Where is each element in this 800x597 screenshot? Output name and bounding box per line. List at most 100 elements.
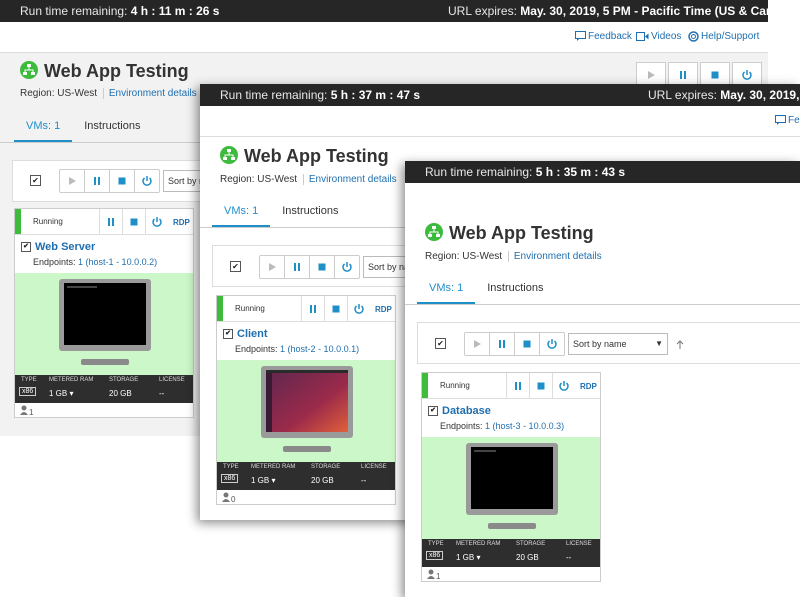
top-status-bar: Run time remaining: 5 h : 37 m : 47 s UR… bbox=[200, 84, 800, 106]
stop-icon bbox=[537, 382, 545, 389]
vm-status: Running bbox=[235, 304, 265, 313]
page-title: Web App Testing bbox=[244, 146, 389, 166]
run-time-remaining: Run time remaining: 5 h : 37 m : 47 s bbox=[220, 88, 421, 102]
stop-icon bbox=[332, 305, 340, 312]
tab-instructions[interactable]: Instructions bbox=[475, 282, 555, 302]
vm-endpoints: Endpoints: 1 (host-2 - 10.0.0.1) bbox=[235, 344, 360, 354]
rdp-button[interactable]: RDP bbox=[580, 382, 597, 391]
vm-power-button[interactable] bbox=[552, 373, 575, 398]
vm-status: Running bbox=[440, 381, 470, 390]
power-button[interactable] bbox=[540, 333, 564, 355]
vm-specs: TYPE METERED RAM STORAGE LICENSE x86 1 G… bbox=[15, 375, 193, 403]
lab-window-3: Run time remaining: 5 h : 35 m : 43 s We… bbox=[405, 161, 800, 597]
sort-select[interactable]: Sort by name ▼ bbox=[568, 333, 668, 355]
tab-vms[interactable]: VMs: 1 bbox=[417, 282, 476, 305]
tab-bar: VMs: 1 Instructions bbox=[212, 205, 350, 228]
endpoint-link[interactable]: 1 (host-1 - 10.0.0.2) bbox=[78, 257, 157, 267]
tab-bar: VMs: 1 Instructions bbox=[417, 282, 555, 305]
dropdown-caret-icon: ▼ bbox=[655, 339, 663, 348]
select-all-checkbox[interactable]: ✔ bbox=[230, 261, 241, 272]
vm-storage: 20 GB bbox=[516, 553, 539, 562]
power-icon bbox=[354, 303, 364, 314]
power-button[interactable] bbox=[135, 170, 159, 192]
power-button[interactable] bbox=[335, 256, 359, 278]
vm-screen-area[interactable] bbox=[422, 437, 600, 539]
vm-status-bar: Running RDP bbox=[217, 296, 395, 322]
pause-button[interactable] bbox=[285, 256, 310, 278]
pause-button[interactable] bbox=[490, 333, 515, 355]
play-icon bbox=[69, 177, 76, 185]
pause-button[interactable] bbox=[85, 170, 110, 192]
vm-specs: TYPE METERED RAM STORAGE LICENSE x86 1 G… bbox=[422, 539, 600, 567]
vm-pause-button[interactable] bbox=[301, 296, 324, 321]
stop-button[interactable] bbox=[515, 333, 540, 355]
endpoint-link[interactable]: 1 (host-2 - 10.0.0.1) bbox=[280, 344, 359, 354]
tab-vms[interactable]: VMs: 1 bbox=[14, 120, 73, 143]
vm-endpoints: Endpoints: 1 (host-1 - 10.0.0.2) bbox=[33, 257, 158, 267]
vm-license: -- bbox=[566, 553, 572, 562]
vm-toolbar: ✔ Sort by name ▼ bbox=[417, 322, 800, 364]
vm-checkbox[interactable]: ✔ bbox=[223, 329, 233, 340]
vm-checkbox[interactable]: ✔ bbox=[428, 406, 438, 417]
start-button[interactable] bbox=[60, 170, 85, 192]
play-icon bbox=[269, 263, 276, 271]
environment-icon bbox=[425, 223, 443, 241]
utility-bar: Feedba bbox=[200, 106, 800, 137]
play-icon bbox=[648, 71, 655, 79]
users-icon bbox=[222, 492, 230, 502]
vm-users: 1 bbox=[426, 569, 440, 581]
top-status-bar: Run time remaining: 4 h : 11 m : 26 s UR… bbox=[0, 0, 768, 22]
vm-endpoints: Endpoints: 1 (host-3 - 10.0.0.3) bbox=[440, 421, 565, 431]
vm-name[interactable]: ✔ Client bbox=[223, 328, 268, 340]
stop-button[interactable] bbox=[110, 170, 135, 192]
vm-stop-button[interactable] bbox=[122, 209, 145, 234]
start-button[interactable] bbox=[260, 256, 285, 278]
endpoint-link[interactable]: 1 (host-3 - 10.0.0.3) bbox=[485, 421, 564, 431]
feedback-link[interactable]: Feedback bbox=[575, 31, 632, 42]
vm-users: 1 bbox=[19, 405, 33, 417]
vm-card: Running RDP ✔ Client Endpoints: 1 (host-2… bbox=[216, 295, 396, 505]
vm-storage: 20 GB bbox=[311, 476, 334, 485]
feedback-icon bbox=[575, 31, 586, 42]
vm-power-button[interactable] bbox=[145, 209, 168, 234]
environment-details-link[interactable]: Environment details bbox=[302, 174, 397, 185]
vm-pause-button[interactable] bbox=[99, 209, 122, 234]
vm-name[interactable]: ✔ Database bbox=[428, 405, 491, 417]
rdp-button[interactable]: RDP bbox=[173, 218, 190, 227]
vm-stop-button[interactable] bbox=[529, 373, 552, 398]
videos-link[interactable]: Videos bbox=[636, 31, 681, 42]
ram-dropdown[interactable]: 1 GB ▾ bbox=[251, 476, 275, 485]
vm-power-button[interactable] bbox=[347, 296, 370, 321]
help-support-link[interactable]: Help/Support bbox=[688, 31, 759, 42]
power-icon bbox=[559, 380, 569, 391]
stop-button[interactable] bbox=[310, 256, 335, 278]
select-all-checkbox[interactable]: ✔ bbox=[435, 338, 446, 349]
environment-details-link[interactable]: Environment details bbox=[507, 251, 602, 262]
vm-card: Running RDP ✔ Database Endpoints: 1 (host… bbox=[421, 372, 601, 582]
vm-screen-area[interactable] bbox=[217, 360, 395, 462]
vm-license: -- bbox=[361, 476, 367, 485]
vm-screen-area[interactable] bbox=[15, 273, 193, 375]
tab-instructions[interactable]: Instructions bbox=[72, 120, 152, 140]
ram-dropdown[interactable]: 1 GB ▾ bbox=[456, 553, 480, 562]
power-icon bbox=[152, 216, 162, 227]
users-icon bbox=[20, 405, 28, 415]
rdp-button[interactable]: RDP bbox=[375, 305, 392, 314]
select-all-checkbox[interactable]: ✔ bbox=[30, 175, 41, 186]
vm-pause-button[interactable] bbox=[506, 373, 529, 398]
feedback-link[interactable]: Feedba bbox=[775, 115, 800, 126]
vm-name[interactable]: ✔ Web Server bbox=[21, 241, 95, 253]
power-icon bbox=[342, 262, 352, 272]
environment-details-link[interactable]: Environment details bbox=[102, 88, 197, 99]
start-button[interactable] bbox=[465, 333, 490, 355]
vm-users: 0 bbox=[221, 492, 235, 504]
ram-dropdown[interactable]: 1 GB ▾ bbox=[49, 389, 73, 398]
vm-stop-button[interactable] bbox=[324, 296, 347, 321]
pause-icon bbox=[294, 263, 300, 271]
tab-vms[interactable]: VMs: 1 bbox=[212, 205, 271, 228]
pause-icon bbox=[94, 177, 100, 185]
tab-instructions[interactable]: Instructions bbox=[270, 205, 350, 225]
vm-type: x86 bbox=[19, 387, 37, 396]
vm-checkbox[interactable]: ✔ bbox=[21, 242, 31, 253]
sort-ascending-icon[interactable] bbox=[676, 340, 684, 350]
